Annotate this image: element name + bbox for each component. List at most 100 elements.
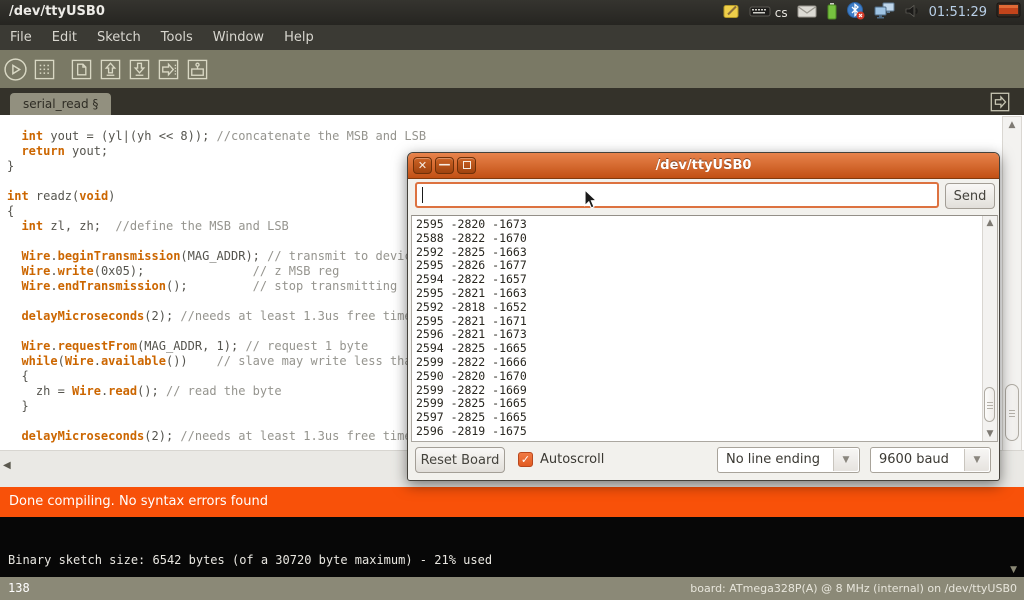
serial-monitor-button[interactable] (185, 57, 210, 82)
code-line: int zl, zh; //define the MSB and LSB (7, 219, 426, 234)
editor-vertical-scrollbar[interactable]: ▲ ▼ (1002, 116, 1022, 468)
code-line: while(Wire.available()) // slave may wri… (7, 354, 426, 369)
menu-bar: File Edit Sketch Tools Window Help (0, 25, 1024, 50)
tab-serial-read[interactable]: serial_read § (10, 93, 111, 115)
console-panel: Binary sketch size: 6542 bytes (of a 307… (0, 517, 1024, 577)
autoscroll-checkbox[interactable]: ✓ (518, 452, 533, 467)
top-panel: /dev/ttyUSB0 cs 01:51:29 (0, 0, 1024, 25)
note-icon[interactable] (723, 3, 740, 23)
tab-bar: serial_read § (0, 88, 1024, 115)
autoscroll-label[interactable]: Autoscroll (540, 452, 604, 467)
new-sketch-button[interactable] (69, 57, 94, 82)
line-ending-value: No line ending (726, 452, 820, 467)
serial-line: 2596 -2819 -1675 (416, 425, 527, 439)
serial-line: 2594 -2825 -1665 (416, 342, 527, 356)
ide-toolbar (0, 50, 1024, 88)
menu-edit[interactable]: Edit (42, 25, 87, 50)
desktop: /dev/ttyUSB0 cs 01:51:29 File Edit Sketc… (0, 0, 1024, 600)
board-info: board: ATmega328P(A) @ 8 MHz (internal) … (690, 582, 1017, 595)
clock[interactable]: 01:51:29 (929, 5, 987, 20)
serial-monitor-window: ✕ — /dev/ttyUSB0 Send 2595 -2820 -167325… (407, 152, 1000, 481)
menu-file[interactable]: File (0, 25, 42, 50)
serial-line: 2597 -2825 -1665 (416, 411, 527, 425)
system-tray: cs 01:51:29 (723, 0, 1021, 25)
menu-tools[interactable]: Tools (151, 25, 203, 50)
text-caret (422, 187, 423, 203)
menu-sketch[interactable]: Sketch (87, 25, 151, 50)
open-button[interactable] (98, 57, 123, 82)
serial-line: 2590 -2820 -1670 (416, 370, 527, 384)
serial-line: 2599 -2822 -1666 (416, 356, 527, 370)
save-button[interactable] (127, 57, 152, 82)
scroll-left-icon[interactable]: ◀ (3, 460, 11, 471)
thumb-grip (987, 402, 993, 409)
stop-button[interactable] (32, 57, 57, 82)
menu-window[interactable]: Window (203, 25, 274, 50)
serial-line: 2595 -2821 -1663 (416, 287, 527, 301)
mail-icon[interactable] (797, 3, 817, 22)
code-line (7, 294, 426, 309)
serial-input[interactable] (415, 182, 939, 208)
editor-scrollbar-thumb[interactable] (1005, 384, 1019, 441)
compile-status-text: Done compiling. No syntax errors found (9, 494, 268, 509)
serial-monitor-titlebar[interactable]: ✕ — /dev/ttyUSB0 (408, 153, 999, 179)
verify-button[interactable] (3, 57, 28, 82)
menu-help[interactable]: Help (274, 25, 324, 50)
send-button[interactable]: Send (945, 183, 995, 209)
code-line (7, 324, 426, 339)
console-output: Binary sketch size: 6542 bytes (of a 307… (8, 553, 492, 567)
code-line (7, 234, 426, 249)
line-ending-select[interactable]: No line ending ▼ (717, 447, 860, 473)
console-scroll-down-icon[interactable]: ▼ (1010, 565, 1017, 575)
serial-scrollbar[interactable]: ▲ ▼ (982, 216, 997, 441)
reset-board-button[interactable]: Reset Board (415, 447, 505, 473)
ide-footer: 138 board: ATmega328P(A) @ 8 MHz (intern… (0, 577, 1024, 600)
serial-output[interactable]: 2595 -2820 -16732588 -2822 -16702592 -28… (411, 215, 998, 442)
serial-scroll-down-icon[interactable]: ▼ (983, 429, 997, 439)
code-line: int readz(void) (7, 189, 426, 204)
code-line: } (7, 159, 426, 174)
code-line (7, 174, 426, 189)
code-line: { (7, 204, 426, 219)
chevron-down-icon[interactable]: ▼ (833, 449, 858, 471)
serial-line: 2592 -2825 -1663 (416, 246, 527, 260)
serial-line: 2592 -2818 -1652 (416, 301, 527, 315)
serial-line: 2595 -2820 -1673 (416, 218, 527, 232)
keyboard-icon[interactable] (749, 3, 771, 22)
serial-line: 2596 -2821 -1673 (416, 328, 527, 342)
keyboard-layout-indicator[interactable]: cs (775, 6, 788, 20)
session-icon[interactable] (996, 2, 1021, 23)
thumb-grip (1009, 410, 1015, 417)
tab-menu-button[interactable] (989, 91, 1011, 113)
compile-status-bar: Done compiling. No syntax errors found (0, 487, 1024, 517)
window-title: /dev/ttyUSB0 (9, 4, 105, 19)
baud-rate-select[interactable]: 9600 baud ▼ (870, 447, 991, 473)
code-line: delayMicroseconds(2); //needs at least 1… (7, 309, 426, 324)
serial-line: 2595 -2826 -1677 (416, 259, 527, 273)
code-line: Wire.beginTransmission(MAG_ADDR); // tra… (7, 249, 426, 264)
bluetooth-icon[interactable] (847, 2, 865, 24)
serial-line: 2594 -2822 -1657 (416, 273, 527, 287)
baud-rate-value: 9600 baud (879, 452, 949, 467)
code-line: { (7, 369, 426, 384)
volume-icon[interactable] (904, 3, 920, 23)
serial-scrollbar-thumb[interactable] (984, 387, 995, 422)
code-line: Wire.requestFrom(MAG_ADDR, 1); // reques… (7, 339, 426, 354)
serial-line: 2588 -2822 -1670 (416, 232, 527, 246)
code-line: return yout; (7, 144, 426, 159)
code-area: int yout = (yl|(yh << 8)); //concatenate… (7, 129, 426, 444)
serial-monitor-title: /dev/ttyUSB0 (408, 158, 999, 173)
serial-line: 2595 -2821 -1671 (416, 315, 527, 329)
battery-icon[interactable] (826, 2, 838, 24)
code-line: Wire.endTransmission(); // stop transmit… (7, 279, 426, 294)
network-icon[interactable] (874, 2, 895, 23)
code-line: zh = Wire.read(); // read the byte (7, 384, 426, 399)
serial-lines: 2595 -2820 -16732588 -2822 -16702592 -28… (416, 218, 527, 439)
serial-scroll-up-icon[interactable]: ▲ (983, 218, 997, 228)
chevron-down-icon[interactable]: ▼ (964, 449, 989, 471)
tab-label: serial_read § (23, 97, 98, 111)
line-number: 138 (8, 581, 30, 595)
scroll-up-icon[interactable]: ▲ (1003, 120, 1021, 130)
code-line: int yout = (yl|(yh << 8)); //concatenate… (7, 129, 426, 144)
upload-button[interactable] (156, 57, 181, 82)
